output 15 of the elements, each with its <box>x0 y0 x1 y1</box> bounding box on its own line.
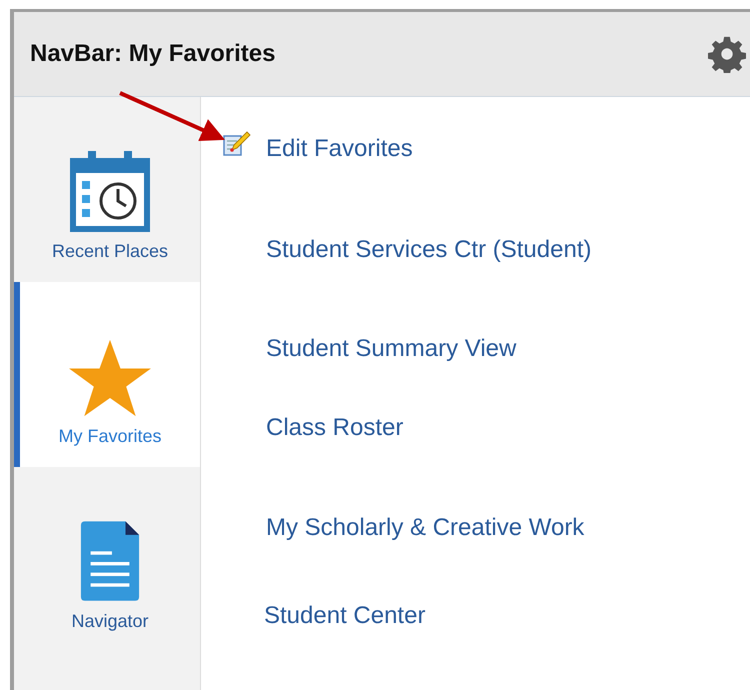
sidebar-tab[interactable]: Recent Places <box>14 97 200 282</box>
favorite-link[interactable]: Student Services Ctr (Student) <box>266 236 592 264</box>
settings-icon[interactable] <box>708 35 746 73</box>
calendar-clock-icon <box>70 149 150 233</box>
favorite-link[interactable]: My Scholarly & Creative Work <box>266 514 584 542</box>
edit-pencil-icon <box>223 131 251 157</box>
star-icon <box>67 338 153 418</box>
sidebar-tab[interactable]: My Favorites <box>14 282 200 467</box>
favorite-link[interactable]: Class Roster <box>266 414 404 442</box>
favorite-link[interactable]: Edit Favorites <box>266 135 413 163</box>
document-icon <box>79 521 141 603</box>
favorite-link[interactable]: Student Summary View <box>266 335 516 363</box>
panel-title: NavBar: My Favorites <box>30 40 276 68</box>
favorite-link[interactable]: Student Center <box>264 602 426 630</box>
sidebar-tab[interactable]: Navigator <box>14 467 200 652</box>
